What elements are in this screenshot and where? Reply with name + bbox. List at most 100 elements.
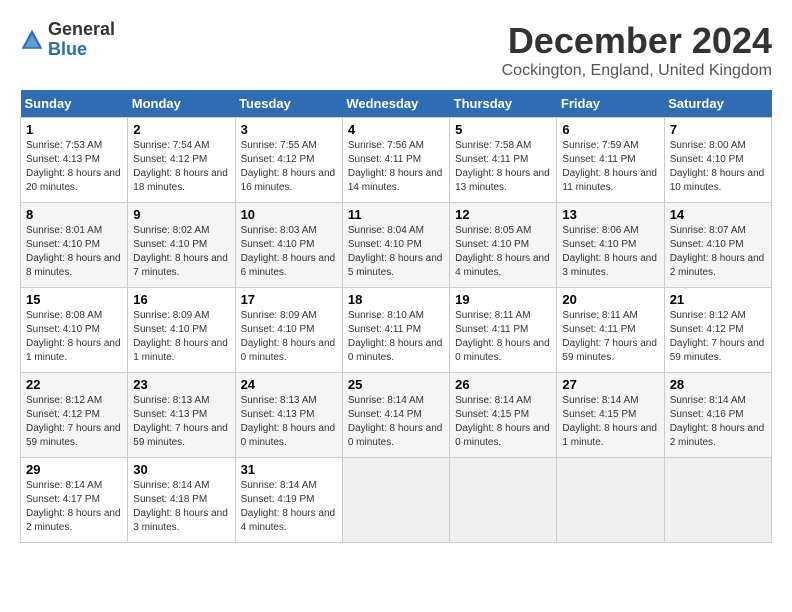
- calendar-cell: 26 Sunrise: 8:14 AM Sunset: 4:15 PM Dayli…: [450, 373, 557, 458]
- day-number: 23: [133, 377, 229, 392]
- day-info: Sunrise: 8:07 AM Sunset: 4:10 PM Dayligh…: [670, 224, 766, 280]
- calendar-cell: 3 Sunrise: 7:55 AM Sunset: 4:12 PM Daylig…: [235, 118, 342, 203]
- day-header-monday: Monday: [128, 90, 235, 118]
- calendar-cell: 23Sunrise: 8:13 AM Sunset: 4:13 PM Dayli…: [128, 373, 235, 458]
- calendar-cell: 1Sunrise: 7:53 AM Sunset: 4:13 PM Daylig…: [21, 118, 128, 203]
- calendar-cell: 2 Sunrise: 7:54 AM Sunset: 4:12 PM Daylig…: [128, 118, 235, 203]
- day-info: Sunrise: 8:14 AM Sunset: 4:18 PM Dayligh…: [133, 479, 229, 535]
- day-info: Sunrise: 8:06 AM Sunset: 4:10 PM Dayligh…: [562, 224, 658, 280]
- day-info: Sunrise: 7:59 AM Sunset: 4:11 PM Dayligh…: [562, 139, 658, 195]
- calendar-cell: [664, 458, 771, 543]
- day-number: 17: [241, 292, 337, 307]
- logo-blue: Blue: [48, 39, 87, 59]
- day-number: 14: [670, 207, 766, 222]
- day-info: Sunrise: 8:14 AM Sunset: 4:14 PM Dayligh…: [348, 394, 444, 450]
- day-info: Sunrise: 8:01 AM Sunset: 4:10 PM Dayligh…: [26, 224, 122, 280]
- day-number: 25: [348, 377, 444, 392]
- day-number: 2: [133, 122, 229, 137]
- day-number: 3: [241, 122, 337, 137]
- calendar-cell: 19 Sunrise: 8:11 AM Sunset: 4:11 PM Dayli…: [450, 288, 557, 373]
- day-header-saturday: Saturday: [664, 90, 771, 118]
- calendar-cell: 15 Sunrise: 8:08 AM Sunset: 4:10 PM Dayli…: [21, 288, 128, 373]
- day-number: 8: [26, 207, 122, 222]
- month-title: December 2024: [502, 20, 772, 62]
- day-info: Sunrise: 8:08 AM Sunset: 4:10 PM Dayligh…: [26, 309, 122, 365]
- day-header-thursday: Thursday: [450, 90, 557, 118]
- day-info: Sunrise: 8:05 AM Sunset: 4:10 PM Dayligh…: [455, 224, 551, 280]
- week-row: 15 Sunrise: 8:08 AM Sunset: 4:10 PM Dayli…: [21, 288, 772, 373]
- day-info: Sunrise: 7:58 AM Sunset: 4:11 PM Dayligh…: [455, 139, 551, 195]
- day-number: 13: [562, 207, 658, 222]
- day-header-friday: Friday: [557, 90, 664, 118]
- day-number: 4: [348, 122, 444, 137]
- day-number: 24: [241, 377, 337, 392]
- day-info: Sunrise: 8:12 AM Sunset: 4:12 PM Dayligh…: [26, 394, 122, 450]
- day-number: 19: [455, 292, 551, 307]
- day-number: 28: [670, 377, 766, 392]
- day-number: 1: [26, 122, 122, 137]
- day-number: 7: [670, 122, 766, 137]
- week-row: 29 Sunrise: 8:14 AM Sunset: 4:17 PM Dayli…: [21, 458, 772, 543]
- logo: General Blue: [20, 20, 115, 60]
- day-number: 10: [241, 207, 337, 222]
- calendar-cell: 20 Sunrise: 8:11 AM Sunset: 4:11 PM Dayli…: [557, 288, 664, 373]
- calendar-cell: 14 Sunrise: 8:07 AM Sunset: 4:10 PM Dayli…: [664, 203, 771, 288]
- title-section: December 2024 Cockington, England, Unite…: [502, 20, 772, 80]
- logo-icon: [20, 28, 44, 52]
- day-info: Sunrise: 8:03 AM Sunset: 4:10 PM Dayligh…: [241, 224, 337, 280]
- day-info: Sunrise: 8:14 AM Sunset: 4:15 PM Dayligh…: [455, 394, 551, 450]
- calendar-table: SundayMondayTuesdayWednesdayThursdayFrid…: [20, 90, 772, 543]
- day-number: 26: [455, 377, 551, 392]
- week-row: 8 Sunrise: 8:01 AM Sunset: 4:10 PM Daylig…: [21, 203, 772, 288]
- calendar-cell: 18 Sunrise: 8:10 AM Sunset: 4:11 PM Dayli…: [342, 288, 449, 373]
- day-info: Sunrise: 7:54 AM Sunset: 4:12 PM Dayligh…: [133, 139, 229, 195]
- logo-general: General: [48, 19, 115, 39]
- calendar-cell: 9Sunrise: 8:02 AM Sunset: 4:10 PM Daylig…: [128, 203, 235, 288]
- calendar-cell: 16 Sunrise: 8:09 AM Sunset: 4:10 PM Dayli…: [128, 288, 235, 373]
- calendar-cell: 7 Sunrise: 8:00 AM Sunset: 4:10 PM Daylig…: [664, 118, 771, 203]
- calendar-cell: 30Sunrise: 8:14 AM Sunset: 4:18 PM Dayli…: [128, 458, 235, 543]
- day-info: Sunrise: 8:11 AM Sunset: 4:11 PM Dayligh…: [562, 309, 658, 365]
- day-info: Sunrise: 8:14 AM Sunset: 4:17 PM Dayligh…: [26, 479, 122, 535]
- calendar-cell: 22Sunrise: 8:12 AM Sunset: 4:12 PM Dayli…: [21, 373, 128, 458]
- day-number: 21: [670, 292, 766, 307]
- day-info: Sunrise: 8:14 AM Sunset: 4:16 PM Dayligh…: [670, 394, 766, 450]
- calendar-cell: 12 Sunrise: 8:05 AM Sunset: 4:10 PM Dayli…: [450, 203, 557, 288]
- day-number: 16: [133, 292, 229, 307]
- day-info: Sunrise: 8:11 AM Sunset: 4:11 PM Dayligh…: [455, 309, 551, 365]
- calendar-cell: 4Sunrise: 7:56 AM Sunset: 4:11 PM Daylig…: [342, 118, 449, 203]
- calendar-cell: 27Sunrise: 8:14 AM Sunset: 4:15 PM Dayli…: [557, 373, 664, 458]
- day-number: 6: [562, 122, 658, 137]
- calendar-cell: 8 Sunrise: 8:01 AM Sunset: 4:10 PM Daylig…: [21, 203, 128, 288]
- page-header: General Blue December 2024 Cockington, E…: [20, 20, 772, 80]
- calendar-cell: 11 Sunrise: 8:04 AM Sunset: 4:10 PM Dayli…: [342, 203, 449, 288]
- week-row: 1Sunrise: 7:53 AM Sunset: 4:13 PM Daylig…: [21, 118, 772, 203]
- day-info: Sunrise: 8:04 AM Sunset: 4:10 PM Dayligh…: [348, 224, 444, 280]
- calendar-cell: 5 Sunrise: 7:58 AM Sunset: 4:11 PM Daylig…: [450, 118, 557, 203]
- day-info: Sunrise: 8:00 AM Sunset: 4:10 PM Dayligh…: [670, 139, 766, 195]
- calendar-cell: 31Sunrise: 8:14 AM Sunset: 4:19 PM Dayli…: [235, 458, 342, 543]
- day-header-tuesday: Tuesday: [235, 90, 342, 118]
- day-info: Sunrise: 8:10 AM Sunset: 4:11 PM Dayligh…: [348, 309, 444, 365]
- day-number: 5: [455, 122, 551, 137]
- calendar-cell: 29 Sunrise: 8:14 AM Sunset: 4:17 PM Dayli…: [21, 458, 128, 543]
- calendar-cell: [450, 458, 557, 543]
- day-number: 15: [26, 292, 122, 307]
- day-number: 27: [562, 377, 658, 392]
- day-number: 31: [241, 462, 337, 477]
- day-number: 11: [348, 207, 444, 222]
- day-number: 18: [348, 292, 444, 307]
- calendar-cell: 13 Sunrise: 8:06 AM Sunset: 4:10 PM Dayli…: [557, 203, 664, 288]
- calendar-cell: [342, 458, 449, 543]
- calendar-cell: 10 Sunrise: 8:03 AM Sunset: 4:10 PM Dayli…: [235, 203, 342, 288]
- day-number: 9: [133, 207, 229, 222]
- calendar-cell: [557, 458, 664, 543]
- day-info: Sunrise: 8:09 AM Sunset: 4:10 PM Dayligh…: [133, 309, 229, 365]
- calendar-cell: 25 Sunrise: 8:14 AM Sunset: 4:14 PM Dayli…: [342, 373, 449, 458]
- day-number: 29: [26, 462, 122, 477]
- calendar-cell: 6 Sunrise: 7:59 AM Sunset: 4:11 PM Daylig…: [557, 118, 664, 203]
- day-number: 20: [562, 292, 658, 307]
- day-number: 12: [455, 207, 551, 222]
- header-row: SundayMondayTuesdayWednesdayThursdayFrid…: [21, 90, 772, 118]
- day-info: Sunrise: 7:55 AM Sunset: 4:12 PM Dayligh…: [241, 139, 337, 195]
